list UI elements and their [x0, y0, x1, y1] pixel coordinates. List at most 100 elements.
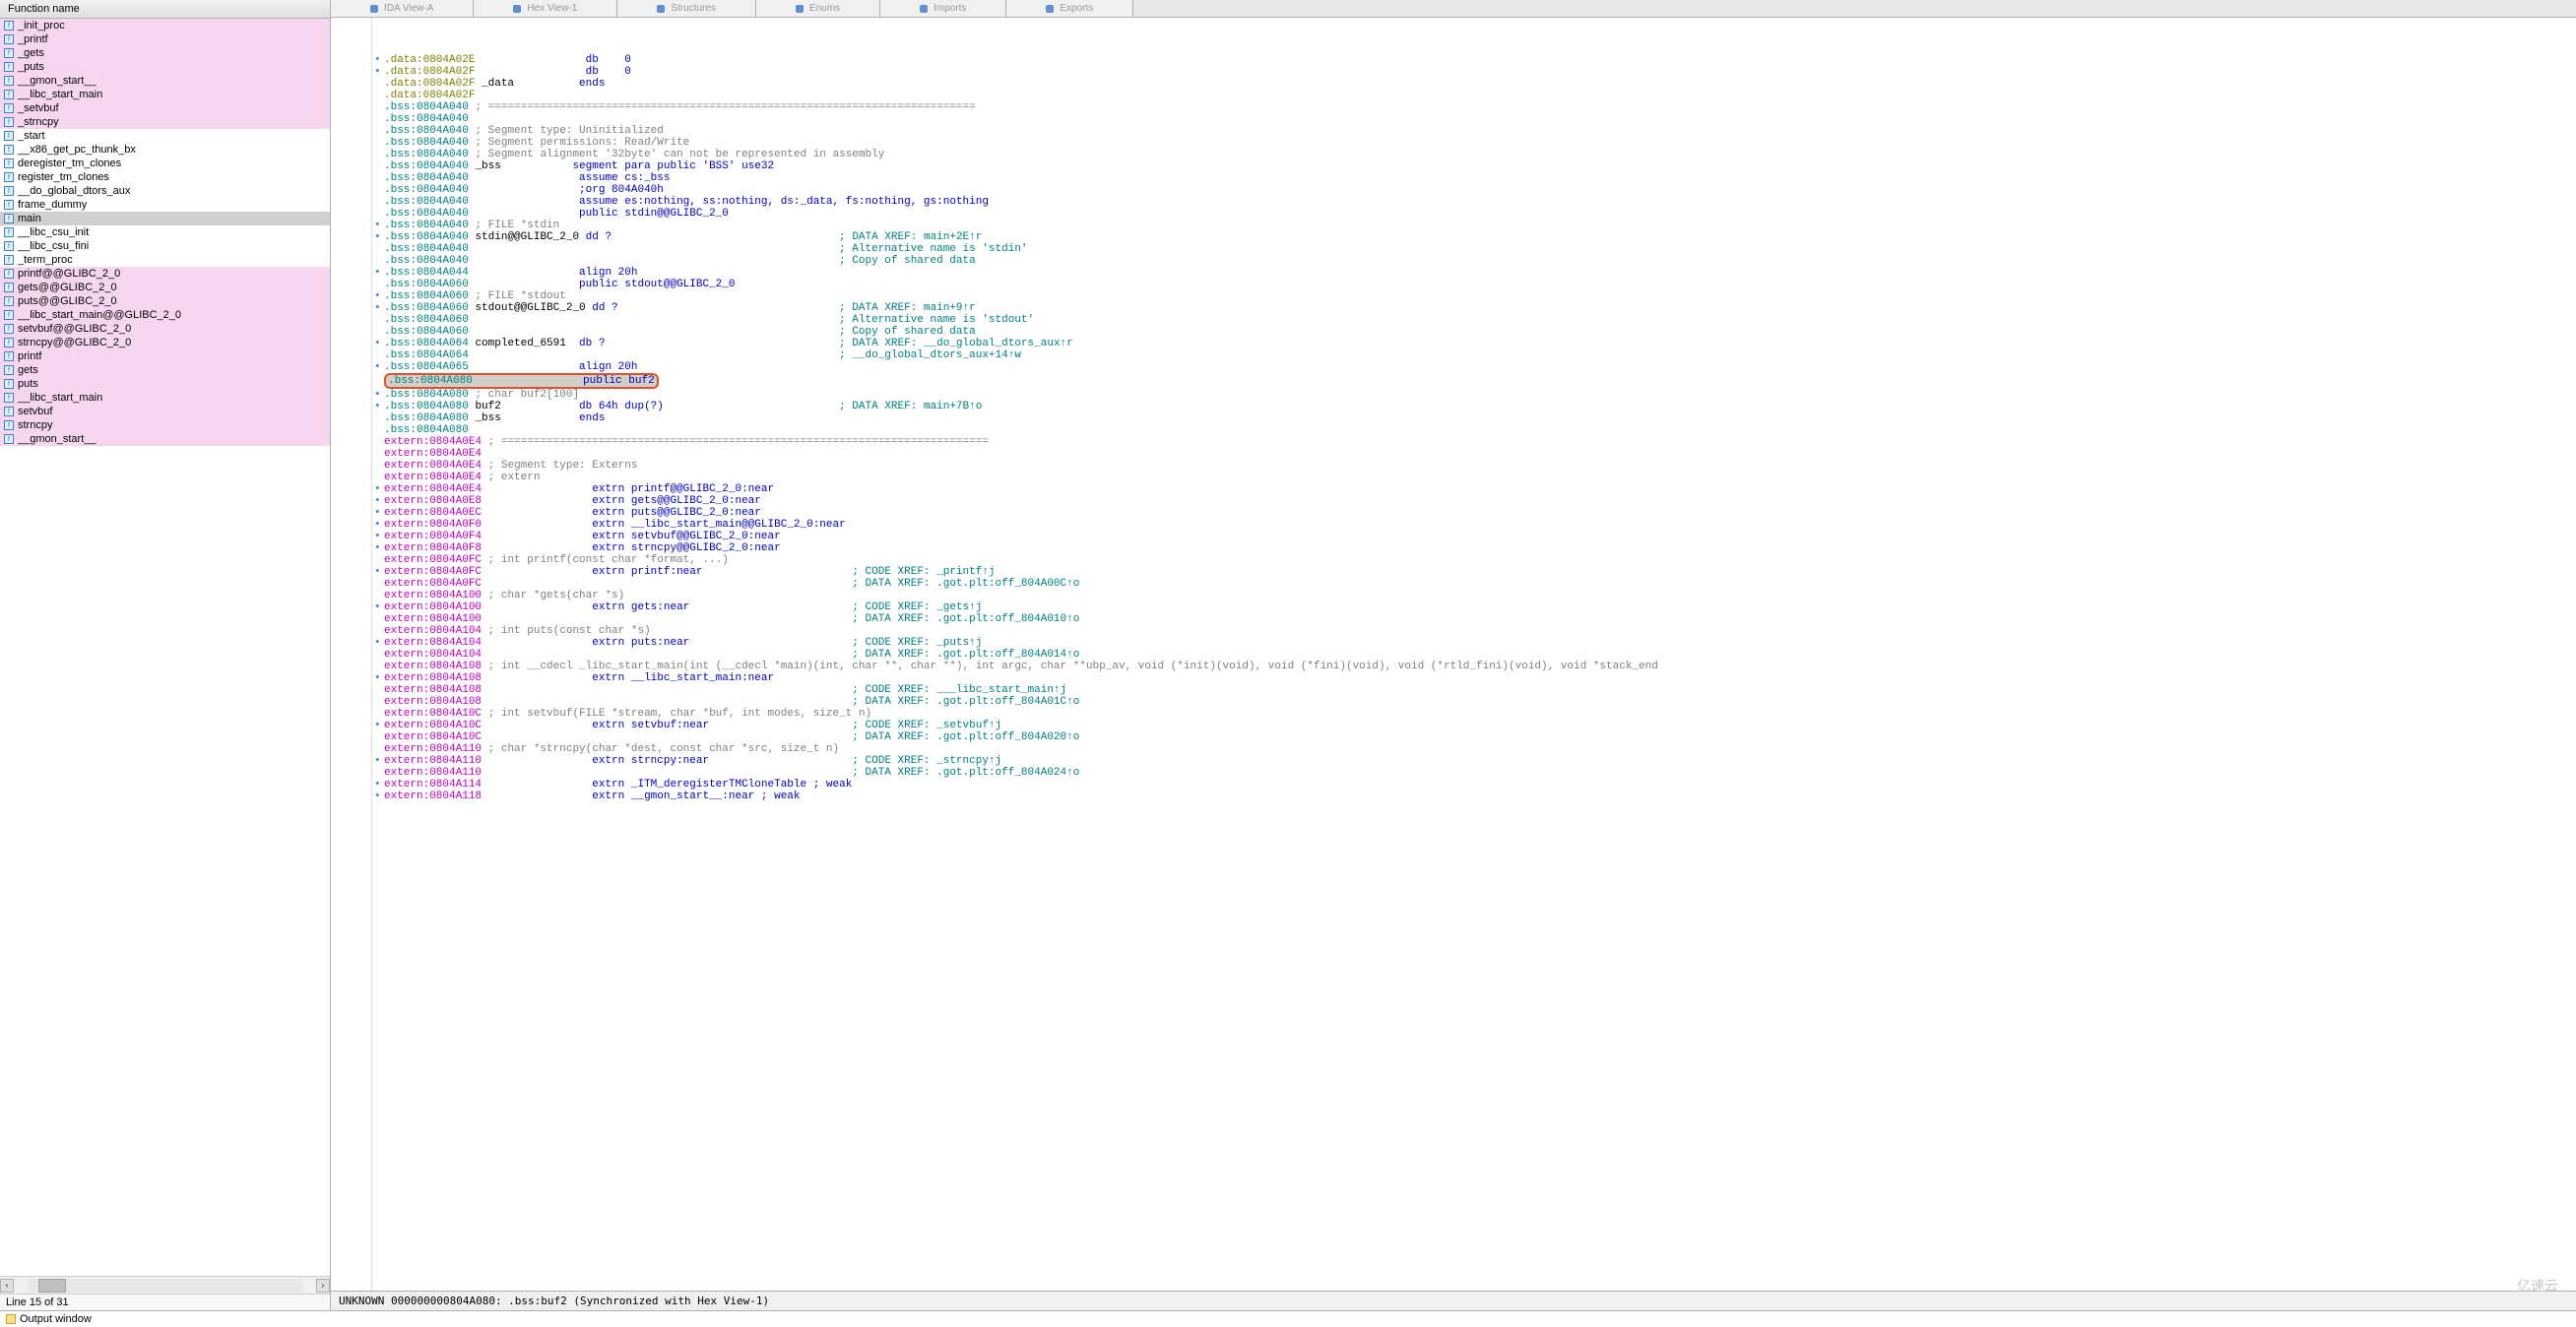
functions-list[interactable]: f_init_procf_printff_getsf_putsf__gmon_s…: [0, 19, 330, 1276]
function-item[interactable]: f_init_proc: [0, 19, 330, 32]
disasm-line[interactable]: .bss:0804A040 assume es:nothing, ss:noth…: [331, 196, 2576, 208]
disasm-line[interactable]: •extern:0804A0F4 extrn setvbuf@@GLIBC_2_…: [331, 531, 2576, 542]
disasm-line[interactable]: .bss:0804A040 ;org 804A040h: [331, 184, 2576, 196]
disasm-line[interactable]: •extern:0804A100 extrn gets:near ; CODE …: [331, 601, 2576, 613]
scroll-track[interactable]: [28, 1279, 302, 1293]
function-item[interactable]: f__libc_start_main: [0, 88, 330, 101]
disasm-line[interactable]: •.bss:0804A040 stdin@@GLIBC_2_0 dd ? ; D…: [331, 231, 2576, 243]
disassembly-view[interactable]: •.data:0804A02E db 0•.data:0804A02F db 0…: [331, 18, 2576, 1291]
function-item[interactable]: f__do_global_dtors_aux: [0, 184, 330, 198]
function-item[interactable]: f_strncpy: [0, 115, 330, 129]
disasm-line[interactable]: extern:0804A100 ; DATA XREF: .got.plt:of…: [331, 613, 2576, 625]
disasm-line[interactable]: extern:0804A100 ; char *gets(char *s): [331, 590, 2576, 601]
scroll-thumb[interactable]: [38, 1279, 66, 1293]
function-item[interactable]: fputs: [0, 377, 330, 391]
function-item[interactable]: fgets: [0, 363, 330, 377]
function-item[interactable]: f__libc_csu_init: [0, 225, 330, 239]
disasm-line[interactable]: .bss:0804A040 ; Segment alignment '32byt…: [331, 149, 2576, 160]
output-window-tab[interactable]: Output window: [0, 1310, 2576, 1327]
disasm-line[interactable]: •extern:0804A0F8 extrn strncpy@@GLIBC_2_…: [331, 542, 2576, 554]
disasm-line[interactable]: •extern:0804A110 extrn strncpy:near ; CO…: [331, 755, 2576, 767]
disasm-line[interactable]: •.bss:0804A040 ; FILE *stdin: [331, 220, 2576, 231]
disasm-line[interactable]: extern:0804A110 ; DATA XREF: .got.plt:of…: [331, 767, 2576, 779]
disasm-line[interactable]: •extern:0804A0FC extrn printf:near ; COD…: [331, 566, 2576, 578]
disasm-line[interactable]: •.bss:0804A080 ; char buf2[100]: [331, 389, 2576, 401]
disasm-line[interactable]: •extern:0804A10C extrn setvbuf:near ; CO…: [331, 720, 2576, 731]
disasm-line[interactable]: .bss:0804A040: [331, 113, 2576, 125]
function-item[interactable]: fframe_dummy: [0, 198, 330, 212]
disasm-line[interactable]: •extern:0804A108 extrn __libc_start_main…: [331, 672, 2576, 684]
disasm-line[interactable]: .bss:0804A080 public buf2: [331, 373, 2576, 389]
disasm-line[interactable]: extern:0804A0FC ; DATA XREF: .got.plt:of…: [331, 578, 2576, 590]
function-item[interactable]: fputs@@GLIBC_2_0: [0, 294, 330, 308]
disasm-line[interactable]: extern:0804A0E4 ; ======================…: [331, 436, 2576, 448]
view-tab[interactable]: Imports: [880, 0, 1006, 17]
function-item[interactable]: f__x86_get_pc_thunk_bx: [0, 143, 330, 157]
disasm-line[interactable]: .data:0804A02F: [331, 90, 2576, 101]
function-item[interactable]: fstrncpy@@GLIBC_2_0: [0, 336, 330, 349]
disasm-line[interactable]: extern:0804A108 ; CODE XREF: ___libc_sta…: [331, 684, 2576, 696]
function-item[interactable]: fprintf@@GLIBC_2_0: [0, 267, 330, 281]
disasm-line[interactable]: •extern:0804A0F0 extrn __libc_start_main…: [331, 519, 2576, 531]
disasm-line[interactable]: .bss:0804A080 _bss ends: [331, 412, 2576, 424]
disasm-line[interactable]: .data:0804A02F _data ends: [331, 78, 2576, 90]
view-tab[interactable]: Exports: [1006, 0, 1133, 17]
disasm-line[interactable]: .bss:0804A040 ; ========================…: [331, 101, 2576, 113]
disasm-line[interactable]: .bss:0804A060 public stdout@@GLIBC_2_0: [331, 279, 2576, 290]
function-item[interactable]: fsetvbuf: [0, 405, 330, 418]
disasm-line[interactable]: extern:0804A104 ; DATA XREF: .got.plt:of…: [331, 649, 2576, 661]
disasm-line[interactable]: extern:0804A108 ; DATA XREF: .got.plt:of…: [331, 696, 2576, 708]
disasm-line[interactable]: .bss:0804A040 ; Alternative name is 'std…: [331, 243, 2576, 255]
disasm-line[interactable]: •.data:0804A02F db 0: [331, 66, 2576, 78]
disasm-line[interactable]: •.bss:0804A044 align 20h: [331, 267, 2576, 279]
disasm-line[interactable]: extern:0804A104 ; int puts(const char *s…: [331, 625, 2576, 637]
disasm-line[interactable]: extern:0804A10C ; int setvbuf(FILE *stre…: [331, 708, 2576, 720]
disasm-line[interactable]: .bss:0804A080: [331, 424, 2576, 436]
disasm-line[interactable]: extern:0804A0FC ; int printf(const char …: [331, 554, 2576, 566]
view-tab[interactable]: IDA View-A: [331, 0, 474, 17]
disasm-line[interactable]: •.bss:0804A060 ; FILE *stdout: [331, 290, 2576, 302]
view-tab[interactable]: Enums: [756, 0, 880, 17]
functions-hscroll[interactable]: ‹ ›: [0, 1276, 330, 1294]
disasm-line[interactable]: .bss:0804A064 ; __do_global_dtors_aux+14…: [331, 349, 2576, 361]
function-item[interactable]: f_setvbuf: [0, 101, 330, 115]
disasm-line[interactable]: .bss:0804A060 ; Copy of shared data: [331, 326, 2576, 338]
scroll-right-icon[interactable]: ›: [316, 1279, 330, 1293]
function-item[interactable]: f__gmon_start__: [0, 432, 330, 446]
disasm-line[interactable]: extern:0804A0E4: [331, 448, 2576, 460]
function-item[interactable]: fderegister_tm_clones: [0, 157, 330, 170]
disasm-line[interactable]: .bss:0804A040 _bss segment para public '…: [331, 160, 2576, 172]
disasm-line[interactable]: •.bss:0804A060 stdout@@GLIBC_2_0 dd ? ; …: [331, 302, 2576, 314]
disasm-line[interactable]: •extern:0804A104 extrn puts:near ; CODE …: [331, 637, 2576, 649]
disasm-line[interactable]: .bss:0804A060 ; Alternative name is 'std…: [331, 314, 2576, 326]
view-tab[interactable]: Structures: [617, 0, 756, 17]
disasm-line[interactable]: •extern:0804A118 extrn __gmon_start__:ne…: [331, 790, 2576, 802]
function-item[interactable]: fsetvbuf@@GLIBC_2_0: [0, 322, 330, 336]
function-item[interactable]: fmain: [0, 212, 330, 225]
view-tab[interactable]: Hex View-1: [474, 0, 617, 17]
disasm-line[interactable]: •extern:0804A0EC extrn puts@@GLIBC_2_0:n…: [331, 507, 2576, 519]
scroll-left-icon[interactable]: ‹: [0, 1279, 14, 1293]
disasm-line[interactable]: •extern:0804A0E8 extrn gets@@GLIBC_2_0:n…: [331, 495, 2576, 507]
disasm-line[interactable]: •extern:0804A0E4 extrn printf@@GLIBC_2_0…: [331, 483, 2576, 495]
disasm-line[interactable]: extern:0804A110 ; char *strncpy(char *de…: [331, 743, 2576, 755]
disasm-line[interactable]: extern:0804A10C ; DATA XREF: .got.plt:of…: [331, 731, 2576, 743]
function-item[interactable]: fprintf: [0, 349, 330, 363]
function-item[interactable]: f_gets: [0, 46, 330, 60]
function-item[interactable]: f__gmon_start__: [0, 74, 330, 88]
function-item[interactable]: f_term_proc: [0, 253, 330, 267]
function-item[interactable]: fgets@@GLIBC_2_0: [0, 281, 330, 294]
disasm-line[interactable]: .bss:0804A040 ; Copy of shared data: [331, 255, 2576, 267]
disasm-line[interactable]: •.bss:0804A080 buf2 db 64h dup(?) ; DATA…: [331, 401, 2576, 412]
function-item[interactable]: fregister_tm_clones: [0, 170, 330, 184]
disasm-line[interactable]: •extern:0804A114 extrn _ITM_deregisterTM…: [331, 779, 2576, 790]
function-item[interactable]: f__libc_start_main: [0, 391, 330, 405]
disasm-line[interactable]: extern:0804A0E4 ; Segment type: Externs: [331, 460, 2576, 472]
function-item[interactable]: f_start: [0, 129, 330, 143]
disasm-line[interactable]: .bss:0804A040 ; Segment permissions: Rea…: [331, 137, 2576, 149]
disasm-line[interactable]: .bss:0804A040 ; Segment type: Uninitiali…: [331, 125, 2576, 137]
disasm-line[interactable]: .bss:0804A040 assume cs:_bss: [331, 172, 2576, 184]
function-item[interactable]: f_puts: [0, 60, 330, 74]
function-item[interactable]: f__libc_start_main@@GLIBC_2_0: [0, 308, 330, 322]
disasm-line[interactable]: •.bss:0804A064 completed_6591 db ? ; DAT…: [331, 338, 2576, 349]
